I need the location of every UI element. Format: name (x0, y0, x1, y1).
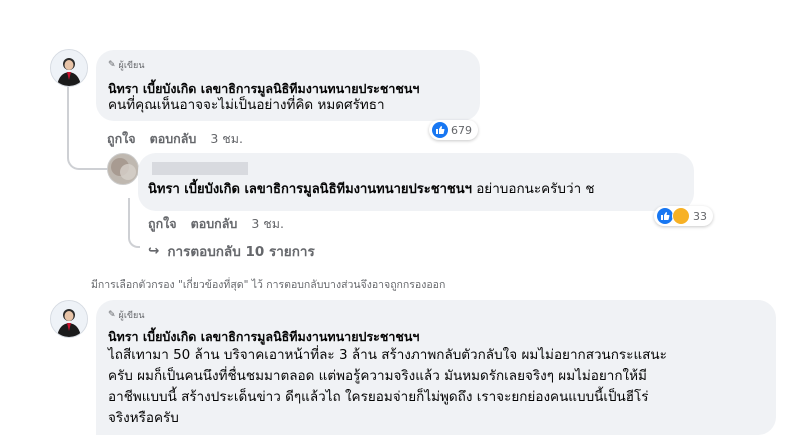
pencil-icon: ✎ (108, 310, 116, 320)
mention-link[interactable]: นิทรา เบี้ยบังเกิด เลขาธิการมูลนิธิทีมงา… (148, 182, 472, 197)
reply-button[interactable]: ตอบกลับ (191, 214, 238, 234)
reply-arrow-icon: ↪ (148, 243, 160, 259)
reply-bubble: นิทรา เบี้ยบังเกิด เลขาธิการมูลนิธิทีมงา… (138, 153, 694, 211)
reply-body: อย่าบอกนะครับว่า ช (476, 181, 595, 197)
reaction-summary[interactable]: 33 (654, 206, 713, 226)
comment-author[interactable]: นิทรา เบี้ยบังเกิด เลขาธิการมูลนิธิทีมงา… (108, 327, 419, 347)
author-badge: ✎ ผู้เขียน (108, 60, 145, 71)
person-icon (51, 301, 87, 337)
like-button[interactable]: ถูกใจ (107, 129, 136, 149)
pencil-icon: ✎ (108, 60, 116, 70)
reaction-summary[interactable]: 679 (429, 120, 478, 140)
thread-line (128, 198, 140, 248)
comment-line: ครับ ผมก็เป็นคนนึงที่ชื่นชมมาตลอด แต่พอร… (108, 368, 647, 384)
reply-actions: ถูกใจ ตอบกลับ 3 ชม. (148, 214, 284, 234)
view-replies-button[interactable]: ↪ การตอบกลับ 10 รายการ (148, 240, 315, 262)
person-icon (51, 50, 87, 86)
comment-line: จริงหรือครับ (108, 410, 179, 426)
comment-bubble: ✎ ผู้เขียน นิทรา เบี้ยบังเกิด เลขาธิการม… (96, 300, 776, 435)
reply-button[interactable]: ตอบกลับ (150, 129, 197, 149)
author-badge: ✎ ผู้เขียน (108, 310, 145, 321)
like-button[interactable]: ถูกใจ (148, 214, 177, 234)
comment-text: คนที่คุณเห็นอาจจะไม่เป็นอย่างที่คิด หมดศ… (108, 97, 385, 113)
comment-line: ไถสีเทามา 50 ล้าน บริจาคเอาหน้าที่ละ 3 ล… (108, 347, 667, 363)
filter-notice: มีการเลือกตัวกรอง "เกี่ยวข้องที่สุด" ไว้… (91, 279, 446, 291)
commenter-avatar[interactable] (107, 153, 139, 185)
redacted-author-name[interactable] (152, 162, 248, 175)
blurred-avatar-icon (108, 154, 138, 184)
reaction-count: 679 (451, 123, 472, 137)
comment-bubble: ✎ ผู้เขียน นิทรา เบี้ยบังเกิด เลขาธิการม… (96, 50, 480, 121)
author-avatar[interactable] (50, 49, 88, 87)
comment-line: อาชีพแบบนี้ สร้างประเด็นข่าว ดีๆแล้วไถ ใ… (108, 389, 649, 405)
reply-time[interactable]: 3 ชม. (251, 214, 284, 234)
comment-time[interactable]: 3 ชม. (210, 129, 243, 149)
reply-text: นิทรา เบี้ยบังเกิด เลขาธิการมูลนิธิทีมงา… (148, 180, 595, 199)
author-avatar[interactable] (50, 300, 88, 338)
haha-icon (672, 207, 690, 225)
reaction-count: 33 (693, 209, 707, 223)
comment-actions: ถูกใจ ตอบกลับ 3 ชม. (107, 129, 243, 149)
like-icon (432, 122, 448, 138)
like-icon (657, 208, 673, 224)
